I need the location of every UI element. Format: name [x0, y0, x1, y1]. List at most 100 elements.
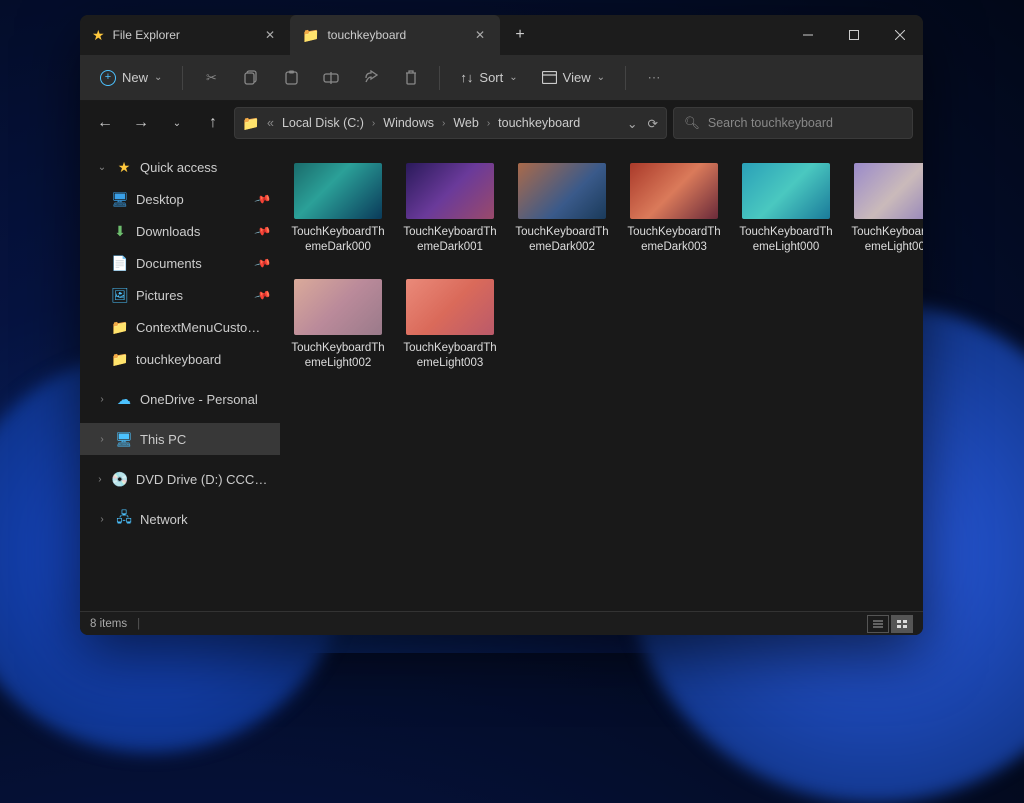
close-icon[interactable]: ✕	[472, 27, 488, 43]
view-button[interactable]: View ⌄	[532, 62, 615, 94]
file-item[interactable]: TouchKeyboardThemeLight003	[402, 279, 498, 371]
forward-button[interactable]: →	[126, 108, 156, 138]
item-count: 8 items	[90, 618, 127, 630]
more-button[interactable]: ⋯	[636, 62, 672, 94]
icons-view-button[interactable]	[891, 615, 913, 633]
sidebar-item-folder[interactable]: 📁 ContextMenuCustomizer	[80, 311, 280, 343]
tab-label: touchkeyboard	[327, 28, 406, 42]
sidebar-this-pc[interactable]: › 🖥 This PC	[80, 423, 280, 455]
sidebar-label: Quick access	[140, 160, 217, 175]
status-bar: 8 items |	[80, 611, 923, 635]
thumbnail	[854, 163, 923, 219]
navigation-bar: ← → ⌄ ↑ 📁 « Local Disk (C:) › Windows › …	[80, 101, 923, 145]
plus-circle-icon: +	[100, 70, 116, 86]
sidebar-item-folder[interactable]: 📁 touchkeyboard	[80, 343, 280, 375]
file-item[interactable]: TouchKeyboardThemeDark000	[290, 163, 386, 255]
chevron-down-icon[interactable]: ⌄	[627, 116, 637, 131]
sidebar-label: Pictures	[136, 288, 183, 303]
breadcrumb-segment[interactable]: touchkeyboard	[498, 116, 580, 130]
recent-button[interactable]: ⌄	[162, 108, 192, 138]
share-button[interactable]	[353, 62, 389, 94]
address-bar[interactable]: 📁 « Local Disk (C:) › Windows › Web › to…	[234, 107, 667, 139]
copy-button[interactable]	[233, 62, 269, 94]
sort-button[interactable]: ↑↓ Sort ⌄	[450, 62, 527, 94]
details-view-button[interactable]	[867, 615, 889, 633]
desktop-icon: 🖥	[112, 191, 128, 207]
overflow-indicator: «	[267, 116, 274, 130]
picture-icon: 🖼	[112, 287, 128, 303]
file-item[interactable]: TouchKeyboardThemeDark001	[402, 163, 498, 255]
breadcrumb-segment[interactable]: Local Disk (C:)	[282, 116, 364, 130]
chevron-down-icon: ⌄	[509, 72, 517, 83]
pin-icon: 📌	[254, 254, 272, 272]
ellipsis-icon: ⋯	[647, 70, 660, 86]
breadcrumb-segment[interactable]: Windows	[383, 116, 434, 130]
sort-icon: ↑↓	[460, 70, 473, 85]
sidebar-quick-access[interactable]: ⌄ ★ Quick access	[80, 151, 280, 183]
sidebar-label: touchkeyboard	[136, 352, 221, 367]
delete-button[interactable]	[393, 62, 429, 94]
close-button[interactable]	[877, 15, 923, 55]
file-item[interactable]: TouchKeyboardThemeLight002	[290, 279, 386, 371]
toolbar: + New ⌄ ✂ ↑↓ Sort ⌄ View ⌄ ⋯	[80, 55, 923, 101]
new-button[interactable]: + New ⌄	[90, 62, 172, 94]
file-label: TouchKeyboardThemeDark001	[402, 225, 498, 255]
sidebar-label: Desktop	[136, 192, 184, 207]
file-label: TouchKeyboardThemeLight003	[402, 341, 498, 371]
view-icon	[542, 71, 557, 84]
search-input[interactable]: 🔍︎ Search touchkeyboard	[673, 107, 913, 139]
separator	[439, 66, 440, 90]
folder-icon: 📁	[112, 351, 128, 367]
sidebar-label: OneDrive - Personal	[140, 392, 258, 407]
sidebar-label: DVD Drive (D:) CCCOMA_X64FRE	[136, 472, 270, 487]
file-item[interactable]: TouchKeyboardThemeDark002	[514, 163, 610, 255]
file-item[interactable]: TouchKeyboardThemeDark003	[626, 163, 722, 255]
chevron-right-icon: ›	[96, 434, 108, 445]
thumbnail	[518, 163, 606, 219]
new-label: New	[122, 70, 148, 85]
paste-button[interactable]	[273, 62, 309, 94]
breadcrumb-segment[interactable]: Web	[453, 116, 478, 130]
refresh-button[interactable]: ⟳	[648, 116, 658, 131]
cut-button[interactable]: ✂	[193, 62, 229, 94]
tab-file-explorer[interactable]: ★ File Explorer ✕	[80, 15, 290, 55]
file-label: TouchKeyboardThemeDark003	[626, 225, 722, 255]
sidebar-onedrive[interactable]: › ☁ OneDrive - Personal	[80, 383, 280, 415]
sidebar-label: Network	[140, 512, 188, 527]
rename-button[interactable]	[313, 62, 349, 94]
file-label: TouchKeyboardThemeLight000	[738, 225, 834, 255]
sidebar-item-documents[interactable]: 📄 Documents 📌	[80, 247, 280, 279]
chevron-right-icon: ›	[96, 514, 108, 525]
chevron-down-icon: ⌄	[154, 72, 162, 83]
maximize-button[interactable]	[831, 15, 877, 55]
sidebar-item-desktop[interactable]: 🖥 Desktop 📌	[80, 183, 280, 215]
thumbnail	[742, 163, 830, 219]
new-tab-button[interactable]: +	[500, 15, 540, 55]
folder-icon: 📁	[302, 27, 319, 44]
scissors-icon: ✂	[206, 70, 217, 86]
file-item[interactable]: TouchKeyboardThemeLight000	[738, 163, 834, 255]
sidebar-label: Documents	[136, 256, 202, 271]
sidebar-item-downloads[interactable]: ⬇ Downloads 📌	[80, 215, 280, 247]
back-button[interactable]: ←	[90, 108, 120, 138]
sidebar-item-pictures[interactable]: 🖼 Pictures 📌	[80, 279, 280, 311]
star-icon: ★	[92, 27, 105, 44]
close-icon[interactable]: ✕	[262, 27, 278, 43]
thumbnail	[406, 279, 494, 335]
window-controls	[785, 15, 923, 55]
folder-icon: 📁	[243, 115, 259, 131]
pin-icon: 📌	[254, 286, 272, 304]
file-item[interactable]: TouchKeyboardThemeLight001	[850, 163, 923, 255]
sidebar-network[interactable]: › 🖧 Network	[80, 503, 280, 535]
sidebar-dvd[interactable]: › 💿 DVD Drive (D:) CCCOMA_X64FRE	[80, 463, 280, 495]
view-label: View	[563, 70, 591, 85]
up-button[interactable]: ↑	[198, 108, 228, 138]
search-icon: 🔍︎	[684, 116, 700, 131]
chevron-down-icon: ⌄	[96, 162, 108, 173]
chevron-right-icon: ›	[372, 118, 375, 129]
tab-touchkeyboard[interactable]: 📁 touchkeyboard ✕	[290, 15, 500, 55]
minimize-button[interactable]	[785, 15, 831, 55]
pin-icon: 📌	[254, 222, 272, 240]
file-label: TouchKeyboardThemeLight002	[290, 341, 386, 371]
separator	[182, 66, 183, 90]
